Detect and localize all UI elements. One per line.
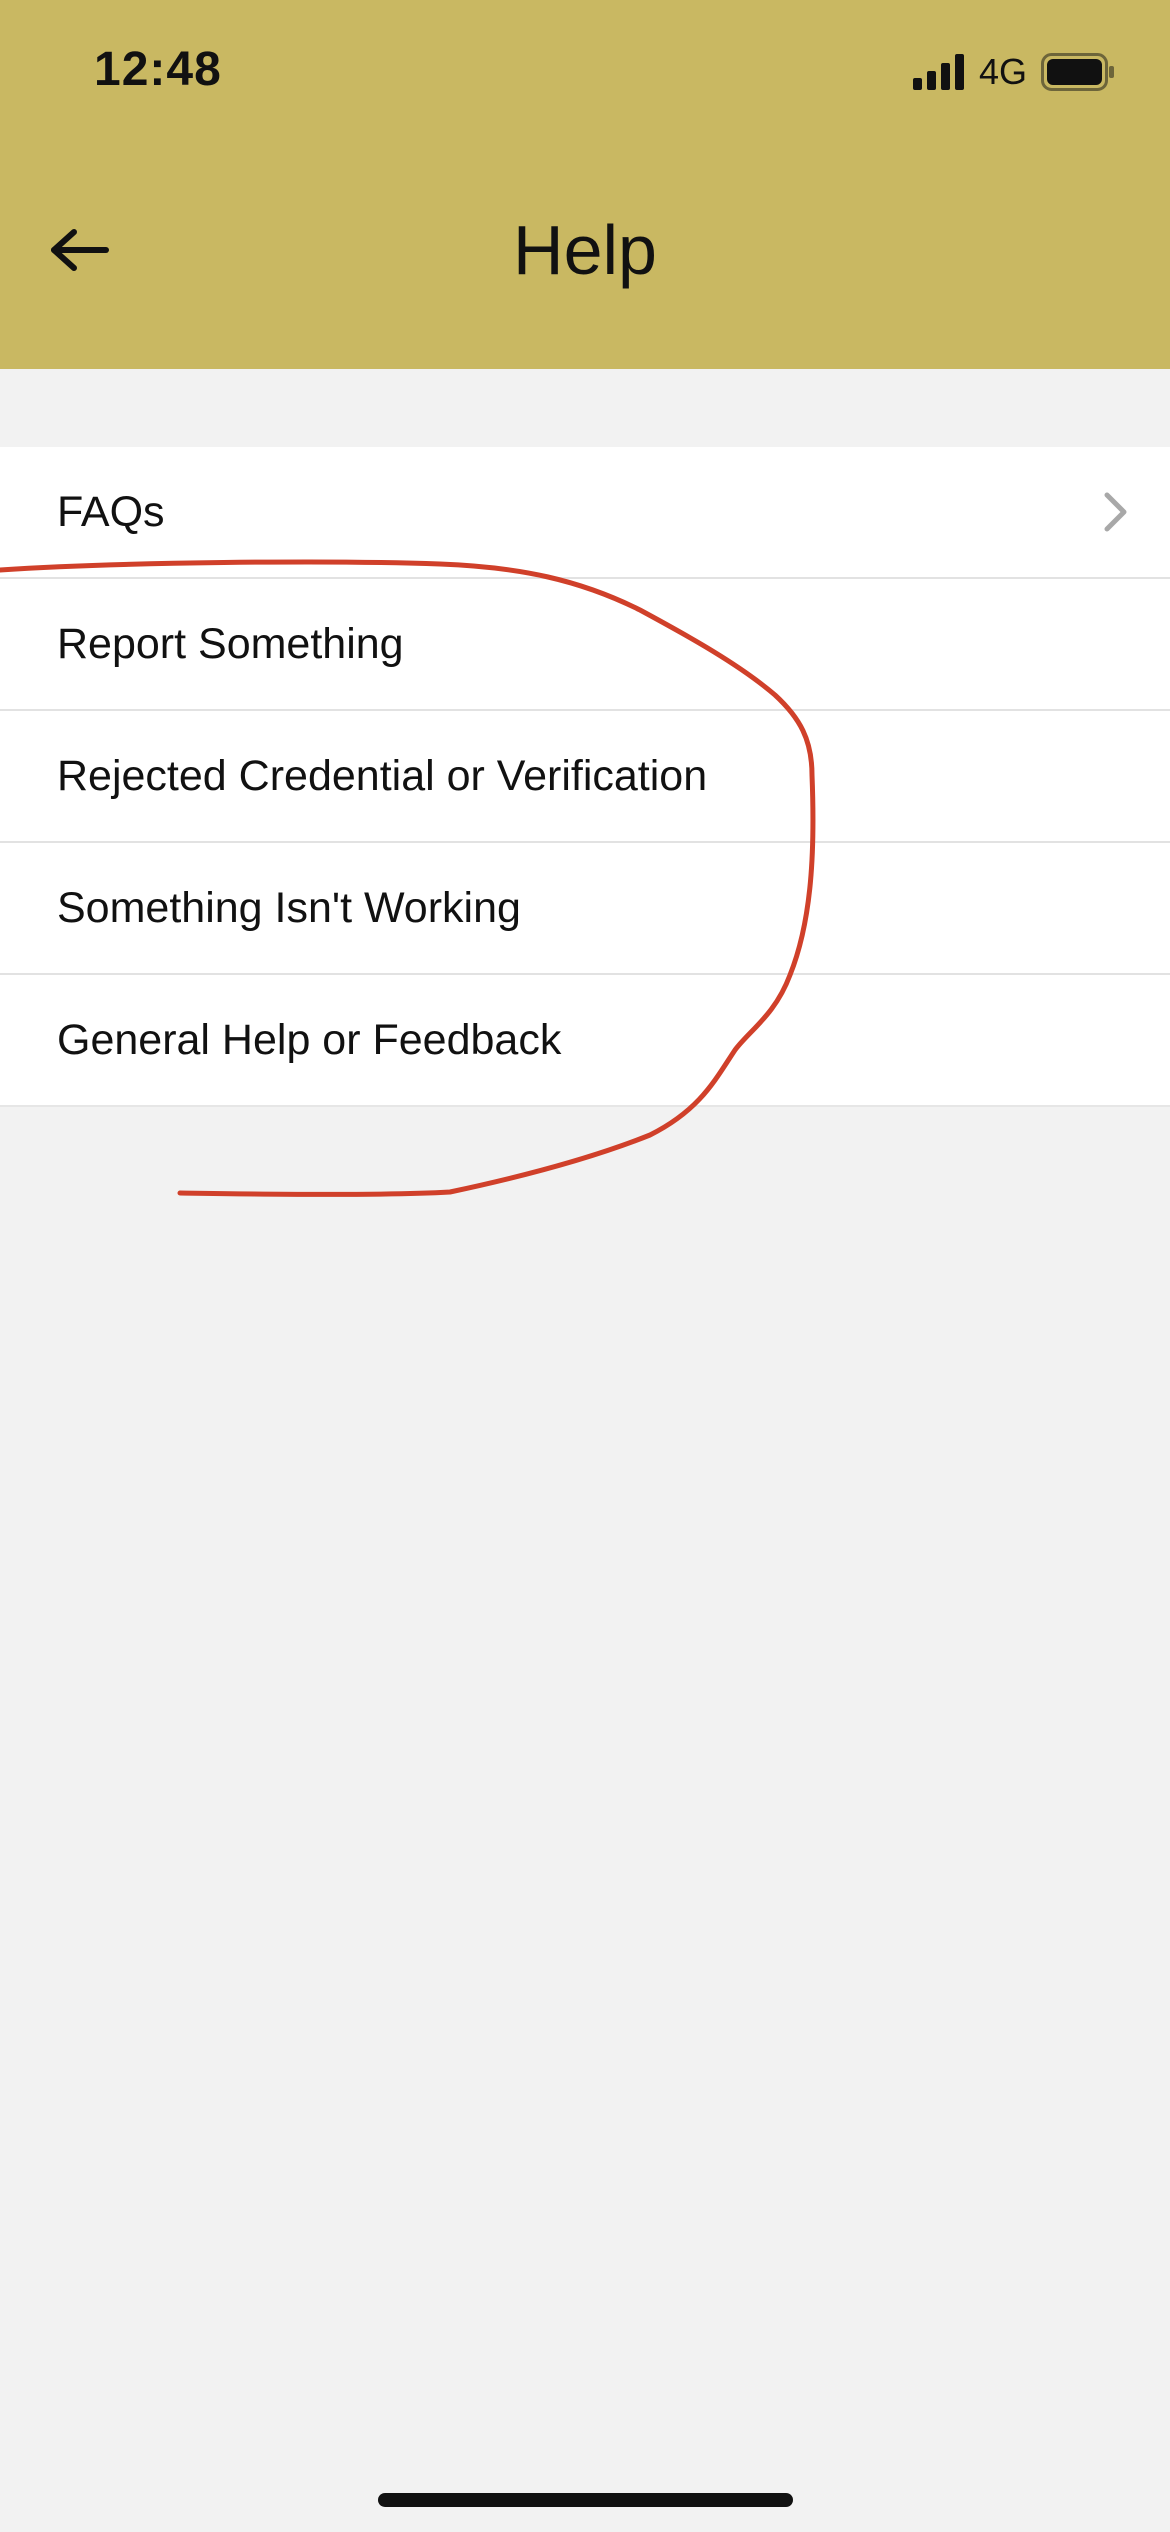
menu-item-label: FAQs — [57, 487, 165, 536]
menu-item-label: General Help or Feedback — [57, 1015, 562, 1064]
network-label: 4G — [978, 51, 1027, 92]
menu-item-faqs[interactable]: FAQs — [0, 447, 1170, 579]
menu-item-rejected-credential[interactable]: Rejected Credential or Verification — [0, 711, 1170, 843]
status-indicators: 4G — [912, 51, 1115, 92]
page-title: Help — [513, 211, 657, 289]
signal-bars-icon — [912, 54, 964, 90]
battery-icon — [1041, 53, 1114, 91]
chevron-right-icon — [1104, 492, 1127, 532]
menu-item-label: Rejected Credential or Verification — [57, 751, 708, 800]
menu-item-label: Report Something — [57, 619, 404, 668]
help-menu-list: FAQs Report Something Rejected Credentia… — [0, 447, 1170, 1107]
menu-item-report-something[interactable]: Report Something — [0, 579, 1170, 711]
home-indicator[interactable] — [378, 2493, 793, 2507]
menu-item-label: Something Isn't Working — [57, 883, 521, 932]
menu-item-general-help[interactable]: General Help or Feedback — [0, 975, 1170, 1107]
hand-drawn-circle-annotation — [0, 559, 816, 1197]
status-time: 12:48 — [94, 43, 222, 96]
menu-item-something-isnt-working[interactable]: Something Isn't Working — [0, 843, 1170, 975]
app-header: 12:48 4G Help — [0, 0, 1170, 369]
